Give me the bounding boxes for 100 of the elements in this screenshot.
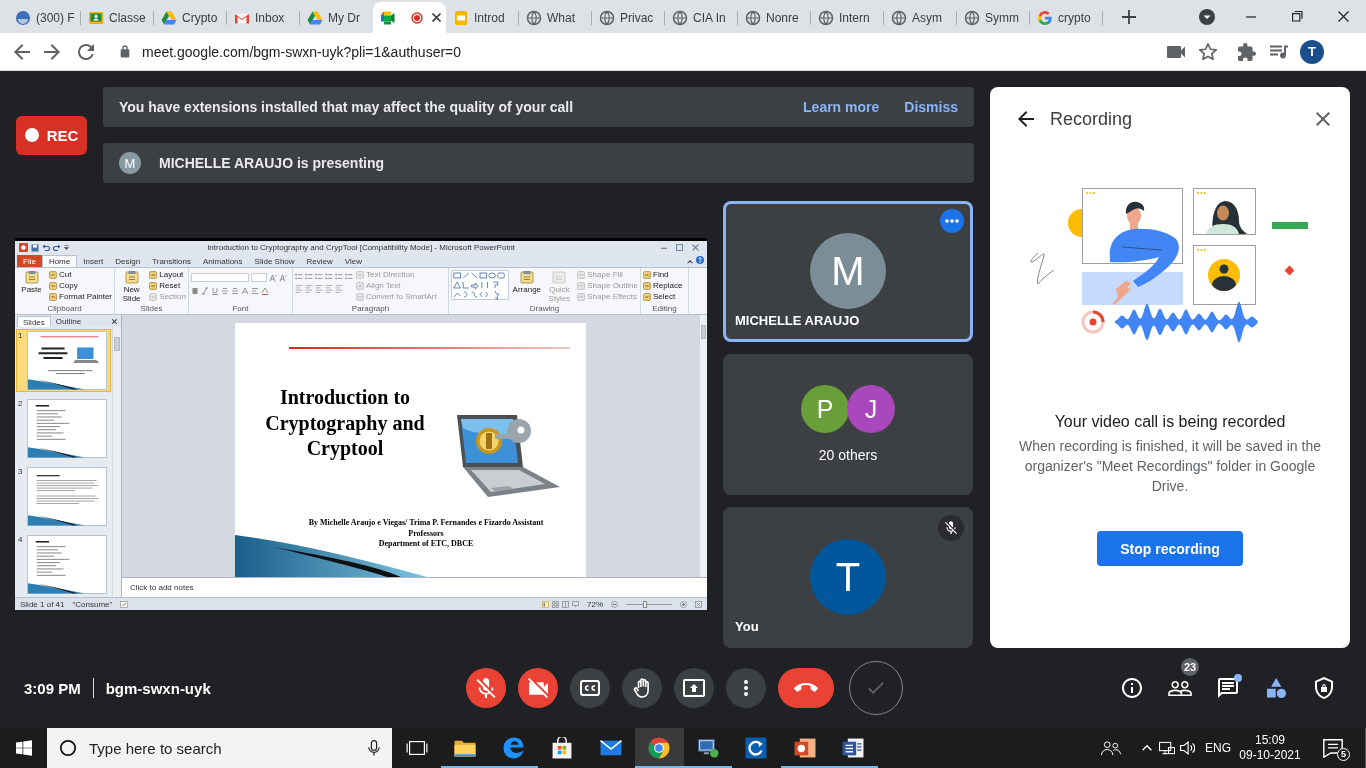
shapes-icon[interactable] [1266,678,1286,698]
search-field[interactable]: Type here to search [89,739,356,757]
playlist-icon[interactable] [1270,44,1288,59]
ribbon-tab[interactable]: Insert [77,255,110,267]
close-icon[interactable] [112,319,117,324]
ribbon-command[interactable]: Replace [643,281,683,290]
text-format-icon[interactable] [211,287,219,295]
ribbon-command[interactable]: Cut [49,270,112,279]
more-options-icon[interactable] [940,208,964,233]
notification-icon[interactable] [1323,738,1343,758]
lock-icon[interactable] [119,45,131,58]
ribbon-tab[interactable]: File [17,255,42,267]
panel-tab[interactable]: Outline [50,316,87,327]
chevron-circle-icon[interactable] [1199,8,1215,25]
zoom-out-icon[interactable] [611,600,618,608]
ribbon-tab[interactable]: Animations [197,255,249,267]
browser-tab[interactable]: Privac [592,2,665,33]
close-icon[interactable] [1316,112,1330,126]
slide-thumbnail[interactable]: 3 [16,465,111,528]
redo-icon[interactable] [53,244,61,251]
browser-tab[interactable]: Nonre [738,2,811,33]
list-icon[interactable] [325,273,333,280]
language-indicator[interactable]: ENG [1197,741,1239,755]
notes-field[interactable]: Click to add notes [122,577,707,597]
browser-tab[interactable]: Asym [884,2,957,33]
browser-tab[interactable]: Crypto [154,2,227,33]
ribbon-command[interactable]: Copy [49,281,112,290]
profile-avatar[interactable]: T [1300,39,1324,64]
browser-tab[interactable] [373,2,446,33]
address-field[interactable]: meet.google.com/bgm-swxn-uyk?pli=1&authuser=0 [142,43,462,60]
fit-window-icon[interactable] [695,600,702,608]
ribbon-command[interactable]: Paste [17,270,47,294]
ribbon-tab[interactable]: Transitions [146,255,197,267]
plus-icon[interactable] [1122,9,1136,24]
slider-thumb[interactable] [642,600,647,608]
puzzle-icon[interactable] [1238,42,1256,61]
ribbon-command[interactable]: Select [643,292,683,301]
minimize-icon[interactable] [661,246,667,249]
zoom-in-icon[interactable] [680,600,687,608]
browser-tab[interactable]: What [519,2,592,33]
people-icon[interactable] [1101,740,1121,756]
list-icon[interactable] [315,273,323,280]
list-icon[interactable] [305,273,313,280]
close-icon[interactable] [432,13,441,22]
ribbon-command[interactable]: Layout [149,270,186,279]
start-icon[interactable] [15,740,32,756]
ribbon-tab[interactable]: Slide Show [248,255,301,267]
text-format-icon[interactable] [191,287,199,295]
microphone-icon[interactable] [368,740,380,756]
normal-view-icon[interactable] [542,600,549,608]
font-name-field[interactable] [191,273,249,282]
browser-tab[interactable]: Introd [446,2,519,33]
text-format-icon[interactable] [261,287,269,295]
slide-thumbnail[interactable]: 2 [16,397,111,460]
ribbon-tab[interactable]: Home [41,255,78,267]
vertical-scrollbar[interactable] [112,327,121,597]
taskbar-button[interactable] [635,728,684,768]
shield-lock-icon[interactable] [1315,677,1333,699]
slide-thumbnail[interactable]: 1 [16,329,111,392]
browser-tab[interactable]: (300) F [8,2,81,33]
people-icon[interactable] [1168,680,1192,696]
undo-icon[interactable] [42,244,50,251]
chevron-up-icon[interactable] [687,260,693,264]
info-icon[interactable] [1122,678,1142,698]
browser-tab[interactable]: Intern [811,2,884,33]
customize-icon[interactable] [64,245,69,250]
back-arrow-icon[interactable] [1018,111,1034,127]
spelling-check-icon[interactable] [120,600,129,608]
raise-hand-button[interactable] [621,668,662,708]
microphone-button[interactable] [465,668,506,708]
more-options-button[interactable] [725,668,766,708]
list-icon[interactable] [345,273,353,280]
ribbon-tab[interactable]: Review [300,255,339,267]
help-icon[interactable] [696,256,704,264]
slide-thumbnail[interactable]: 4 [16,533,111,596]
stop-recording-button[interactable]: Stop recording [1097,531,1243,566]
app-icon[interactable] [19,243,28,252]
browser-tab[interactable]: Symm [957,2,1030,33]
dismiss-button[interactable]: Dismiss [904,99,958,115]
browser-tab[interactable]: My Dr [300,2,373,33]
speaker-icon[interactable] [1179,741,1195,755]
ribbon-command[interactable]: Reset [149,281,186,290]
ribbon-tab[interactable]: View [338,255,369,267]
forward-arrow-icon[interactable] [44,43,60,60]
present-button[interactable] [673,668,714,708]
text-format-icon[interactable] [201,287,209,295]
video-camera-icon[interactable] [1167,45,1185,58]
camera-button[interactable] [517,668,558,708]
browser-tab[interactable]: CIA In [665,2,738,33]
ribbon-command[interactable]: Format Painter [49,292,112,301]
save-icon[interactable] [31,243,39,252]
star-icon[interactable] [1199,43,1217,60]
list-icon[interactable] [295,273,303,280]
restore-icon[interactable] [1291,11,1303,22]
network-icon[interactable] [1159,741,1175,755]
clock-date[interactable]: 09-10-2021 [1239,748,1301,763]
zoom-level[interactable]: 72% [587,599,603,609]
ribbon-command[interactable]: Find [643,270,683,279]
ribbon-command[interactable]: New Slide [117,270,147,303]
shape-gallery[interactable] [451,270,509,300]
